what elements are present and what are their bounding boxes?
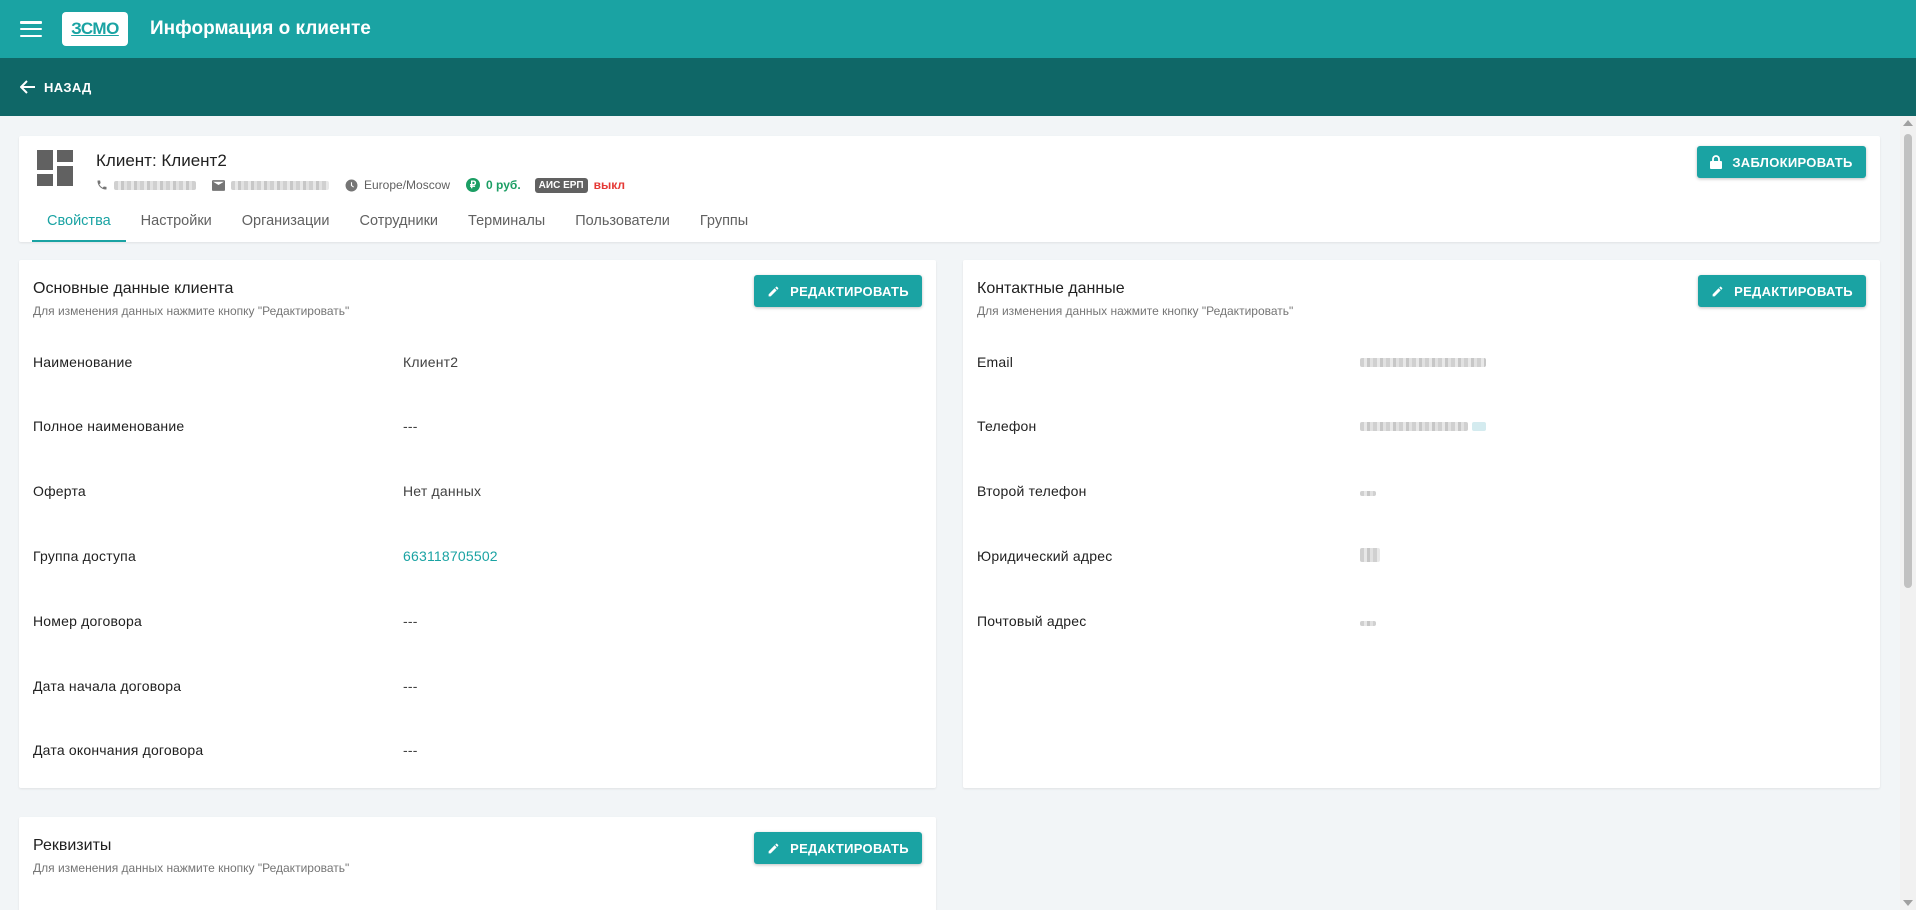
requisites-card: Реквизиты Для изменения данных нажмите к… [19,817,936,910]
field-label: Дата окончания договора [33,742,204,758]
edit-label: РЕДАКТИРОВАТЬ [790,840,909,856]
scroll-thumb[interactable] [1904,134,1912,588]
ais-status: выкл [593,178,625,192]
field-label: Оферта [33,483,86,499]
second-phone-value-blurred [1360,483,1376,499]
pencil-icon [1712,286,1723,296]
client-timezone: Europe/Moscow [345,178,450,192]
pencil-icon [768,843,779,853]
back-button[interactable]: НАЗАД [20,80,92,95]
field-row: Почтовый адрес [977,611,1376,631]
field-label: Юридический адрес [977,548,1113,564]
lock-label: ЗАБЛОКИРОВАТЬ [1732,154,1853,170]
lock-icon [1710,155,1723,169]
tab-organizations[interactable]: Организации [227,200,345,242]
email-value-blurred [1360,354,1486,370]
tab-settings[interactable]: Настройки [126,200,227,242]
field-value: Нет данных [403,483,482,499]
field-label: Номер договора [33,613,142,629]
phone-value-blurred [1360,418,1486,434]
email-value-blurred [231,180,329,190]
field-value: --- [403,742,418,758]
card-subtitle: Для изменения данных нажмите кнопку "Ред… [977,304,1294,318]
field-label: Наименование [33,354,133,370]
ruble-icon: ₽ [466,178,481,192]
page-title: Информация о клиенте [150,18,371,39]
field-label: Полное наименование [33,418,185,434]
field-row: Дата окончания договора --- [33,740,417,760]
field-row: Наименование Клиент2 [33,352,458,372]
tab-properties[interactable]: Свойства [32,200,126,242]
card-title: Реквизиты [33,837,112,854]
field-label: Телефон [977,418,1037,434]
field-row: Второй телефон [977,481,1376,501]
logo[interactable]: ЗСМО [62,12,128,46]
edit-label: РЕДАКТИРОВАТЬ [790,283,909,299]
client-phone [96,179,196,191]
access-group-link[interactable]: 663118705502 [403,548,498,564]
field-row: Полное наименование --- [33,416,417,436]
postal-address-value-blurred [1360,613,1376,629]
vertical-scrollbar[interactable] [1900,116,1916,910]
tab-groups[interactable]: Группы [685,200,763,242]
field-value: --- [403,418,418,434]
edit-requisites-button[interactable]: РЕДАКТИРОВАТЬ [754,832,922,864]
mail-icon [212,179,225,191]
field-label: Второй телефон [977,483,1087,499]
clock-icon [345,179,358,191]
field-label: Группа доступа [33,548,136,564]
card-title: Основные данные клиента [33,280,234,297]
scroll-up-icon[interactable] [1903,120,1913,126]
client-header: Клиент: Клиент2 Europe/Moscow ₽ 0 руб. А… [19,136,1880,242]
card-title: Контактные данные [977,280,1125,297]
edit-label: РЕДАКТИРОВАТЬ [1734,283,1853,299]
scroll-down-icon[interactable] [1903,900,1913,906]
timezone-value: Europe/Moscow [364,178,451,192]
sub-bar: НАЗАД [0,58,1916,116]
phone-value-blurred [114,180,196,190]
client-title: Клиент: Клиент2 [96,151,227,170]
field-row: Номер договора --- [33,611,417,631]
main-content: Клиент: Клиент2 Europe/Moscow ₽ 0 руб. А… [0,116,1900,910]
client-email [212,179,329,191]
field-label: Дата начала договора [33,678,182,694]
lock-client-button[interactable]: ЗАБЛОКИРОВАТЬ [1697,146,1866,178]
field-row: Юридический адрес [977,546,1380,566]
client-balance: ₽ 0 руб. [466,178,521,192]
arrow-left-icon [20,80,35,94]
tab-bar: Свойства Настройки Организации Сотрудник… [32,200,763,242]
field-value: --- [403,613,418,629]
edit-contact-button[interactable]: РЕДАКТИРОВАТЬ [1698,275,1866,307]
field-row: Email [977,352,1486,372]
field-row: Телефон [977,416,1486,436]
card-subtitle: Для изменения данных нажмите кнопку "Ред… [33,304,350,318]
back-label: НАЗАД [44,79,92,95]
ais-badge: АИС ЕРП [534,177,588,193]
field-row: Группа доступа 663118705502 [33,546,498,566]
field-value: --- [403,678,418,694]
dashboard-icon [37,150,73,186]
balance-value: 0 руб. [486,178,521,192]
field-row: Оферта Нет данных [33,481,481,501]
app-bar: ЗСМО Информация о клиенте [0,0,1916,58]
field-label: Почтовый адрес [977,613,1087,629]
tab-terminals[interactable]: Терминалы [453,200,560,242]
card-subtitle: Для изменения данных нажмите кнопку "Ред… [33,861,350,875]
menu-icon[interactable] [20,21,42,37]
logo-text: ЗСМО [71,19,119,38]
pencil-icon [768,286,779,296]
field-row: Дата начала договора --- [33,676,417,696]
client-meta: Europe/Moscow ₽ 0 руб. АИС ЕРП выкл [96,176,625,194]
tab-users[interactable]: Пользователи [560,200,685,242]
field-value: Клиент2 [403,354,459,370]
edit-basic-button[interactable]: РЕДАКТИРОВАТЬ [754,275,922,307]
legal-address-value-blurred [1360,547,1380,565]
phone-icon [97,180,107,190]
contact-data-card: Контактные данные Для изменения данных н… [963,260,1880,788]
field-label: Email [977,354,1014,370]
tab-employees[interactable]: Сотрудники [344,200,453,242]
basic-data-card: Основные данные клиента Для изменения да… [19,260,936,788]
